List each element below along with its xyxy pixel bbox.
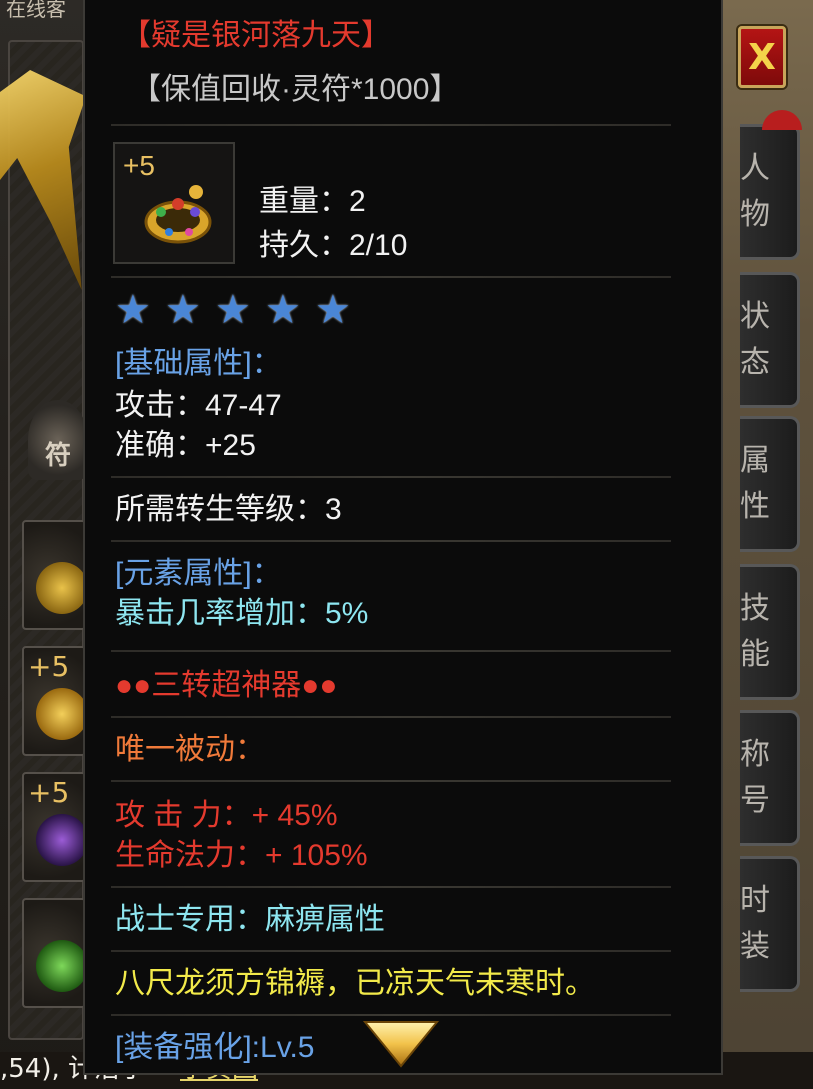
slot-enhance-label: +5 [28, 650, 70, 683]
close-icon: X [748, 36, 776, 78]
crit-chance-bonus: 暴击几率增加：5% [115, 597, 369, 630]
accuracy-value: 准确：+25 [115, 429, 256, 462]
life-mana-bonus: 生命法力：+ 105% [115, 839, 368, 872]
divider [111, 780, 671, 782]
character-panel-background: 符 +5 +5 [0, 0, 90, 1089]
tab-skills[interactable]: 技能 [740, 564, 800, 700]
green-item-icon [36, 940, 88, 992]
star-icon: ★ [265, 287, 301, 333]
slot-enhance-label: +5 [28, 776, 70, 809]
divider [111, 276, 671, 278]
item-icon-frame[interactable]: +5 [113, 142, 235, 264]
tab-skills-label: 技能 [740, 591, 770, 672]
enhancement-level: [装备强化]:Lv.5 [115, 1031, 315, 1064]
artifact-title: ●●三转超神器●● [115, 669, 338, 702]
tab-status-label: 状态 [740, 299, 770, 380]
divider [111, 476, 671, 478]
item-poem: 八尺龙须方锦褥，已凉天气未寒时。 [115, 967, 595, 1000]
passive-header: 唯一被动： [115, 733, 265, 766]
gold-item-icon [36, 562, 88, 614]
divider [111, 124, 671, 126]
divider [111, 950, 671, 952]
scroll-down-arrow-icon[interactable] [363, 1020, 439, 1068]
recycle-value: 【保值回收·灵符*1000】 [131, 73, 460, 106]
close-button[interactable]: X [738, 26, 786, 88]
purple-gem-item-icon [36, 814, 88, 866]
divider [111, 650, 671, 652]
item-tooltip: 【疑是银河落九天】 【保值回收·灵符*1000】 +5 重量：2 持久：2/10… [83, 0, 723, 1075]
tab-fashion-label: 时装 [740, 883, 770, 964]
star-icon: ★ [165, 287, 201, 333]
star-icon: ★ [215, 287, 251, 333]
ring-item-icon [36, 688, 88, 740]
tab-attributes[interactable]: 属性 [740, 416, 800, 552]
star-icon: ★ [315, 287, 351, 333]
tab-character-label: 人物 [740, 151, 770, 232]
tab-character[interactable]: 人物 [740, 124, 800, 260]
star-icon: ★ [115, 287, 151, 333]
item-durability: 持久：2/10 [259, 229, 408, 262]
divider [111, 886, 671, 888]
item-weight: 重量：2 [259, 185, 366, 218]
element-attributes-header: [元素属性]： [115, 557, 282, 590]
tab-titles[interactable]: 称号 [740, 710, 800, 846]
tab-titles-label: 称号 [740, 737, 770, 818]
basic-attributes-header: [基础属性]： [115, 347, 282, 380]
equip-slot-4[interactable] [22, 898, 88, 1008]
star-rating: ★ ★ ★ ★ ★ [115, 290, 355, 330]
talisman-badge-label: 符 [44, 441, 71, 471]
equip-slot-3[interactable]: +5 [22, 772, 88, 882]
item-enhance-level: +5 [123, 150, 155, 181]
divider [111, 540, 671, 542]
equip-slot-1[interactable] [22, 520, 88, 630]
divider [111, 1014, 671, 1016]
background-top-left-text: 在线客 [6, 0, 66, 21]
tab-status[interactable]: 状态 [740, 272, 800, 408]
crown-item-icon [144, 185, 212, 244]
rebirth-requirement: 所需转生等级：3 [115, 493, 342, 526]
attack-power-bonus: 攻 击 力：+ 45% [115, 799, 338, 832]
item-name: 【疑是银河落九天】 [121, 19, 391, 52]
tab-attributes-label: 属性 [740, 443, 770, 524]
attack-value: 攻击：47-47 [115, 389, 282, 422]
divider [111, 716, 671, 718]
talisman-badge[interactable]: 符 [28, 400, 88, 480]
equip-slot-2[interactable]: +5 [22, 646, 88, 756]
tab-fashion[interactable]: 时装 [740, 856, 800, 992]
warrior-exclusive: 战士专用：麻痹属性 [115, 903, 385, 936]
